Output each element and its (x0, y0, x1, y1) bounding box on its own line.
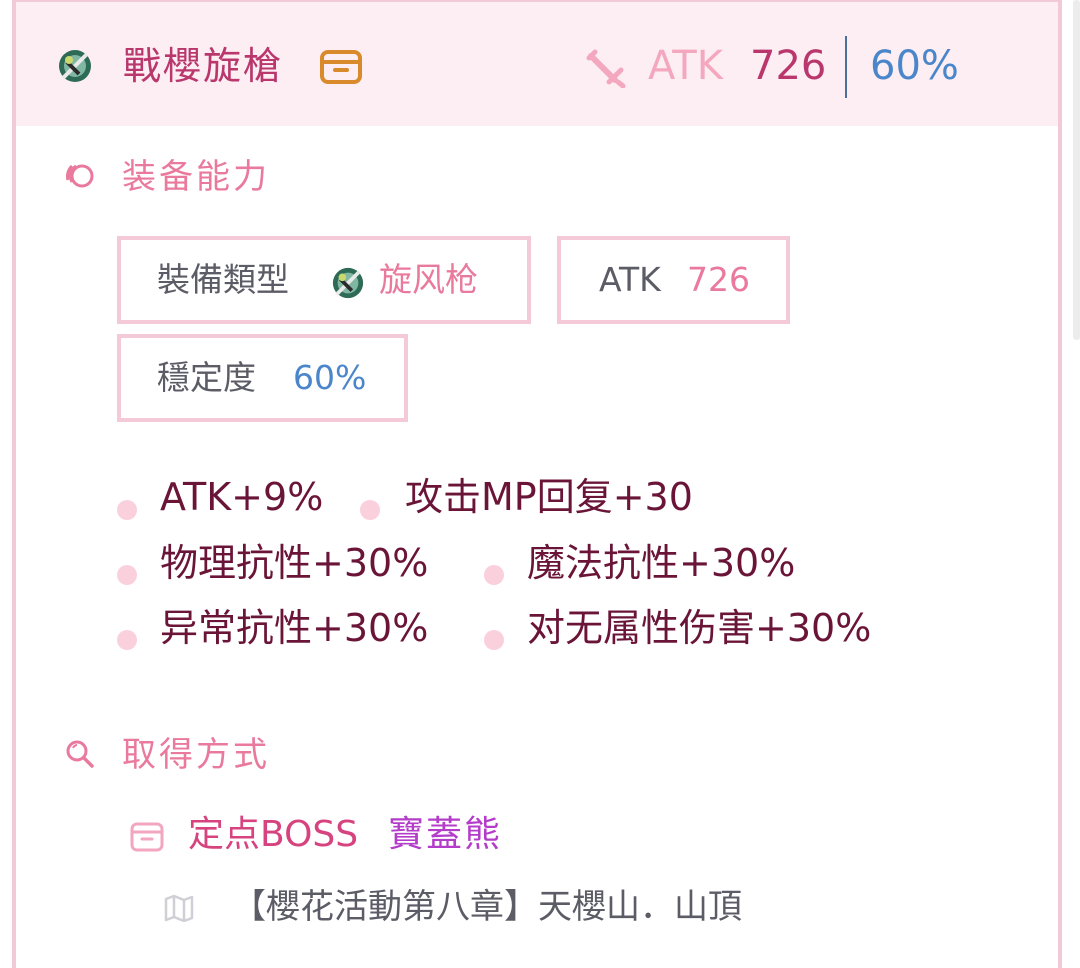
type-box: 裝備類型 旋风枪 (117, 236, 531, 324)
source-name-link[interactable]: 寶蓋熊 (388, 810, 502, 860)
bullet-icon (117, 565, 137, 585)
attribute-item: ATK+9% (160, 475, 324, 519)
bullet-icon (117, 500, 137, 520)
header-divider (845, 36, 847, 98)
attribute-item: 异常抗性+30% (160, 606, 429, 650)
atk-box: ATK 726 (557, 236, 790, 324)
sword-icon (586, 49, 626, 88)
obtain-section-title: 取得方式 (122, 735, 270, 775)
header-atk-value: 726 (750, 43, 827, 89)
weapon-name: 戰櫻旋槍 (123, 44, 284, 88)
source-type: 定点BOSS (188, 814, 359, 855)
header-stability-value: 60% (870, 43, 959, 89)
attribute-item: 物理抗性+30% (160, 541, 429, 585)
spear-weapon-icon (59, 50, 91, 82)
map-icon (164, 894, 194, 922)
atk-label: ATK (599, 260, 661, 299)
bullet-icon (484, 630, 504, 650)
chest-icon[interactable] (320, 50, 362, 84)
chest-source-icon (130, 822, 164, 852)
scrollbar[interactable] (1073, 0, 1080, 340)
search-icon (66, 740, 94, 768)
type-value: 旋风枪 (379, 260, 478, 299)
type-label: 裝備類型 (157, 260, 289, 299)
spear-type-icon (332, 267, 364, 299)
bullet-icon (117, 630, 137, 650)
stability-value: 60% (293, 358, 367, 397)
attribute-item: 对无属性伤害+30% (527, 606, 872, 650)
ability-section-title: 装备能力 (122, 157, 270, 197)
bullet-icon (484, 565, 504, 585)
stability-label: 穩定度 (157, 358, 256, 397)
stability-box: 穩定度 60% (117, 334, 408, 422)
bullet-icon (360, 500, 380, 520)
header-atk-label: ATK (648, 43, 723, 89)
swirl-icon (66, 164, 94, 188)
attribute-item: 魔法抗性+30% (527, 541, 796, 585)
source-location: 【櫻花活動第八章】天櫻山．山頂 (232, 887, 742, 927)
atk-value: 726 (687, 260, 750, 299)
attribute-item: 攻击MP回复+30 (405, 475, 693, 519)
